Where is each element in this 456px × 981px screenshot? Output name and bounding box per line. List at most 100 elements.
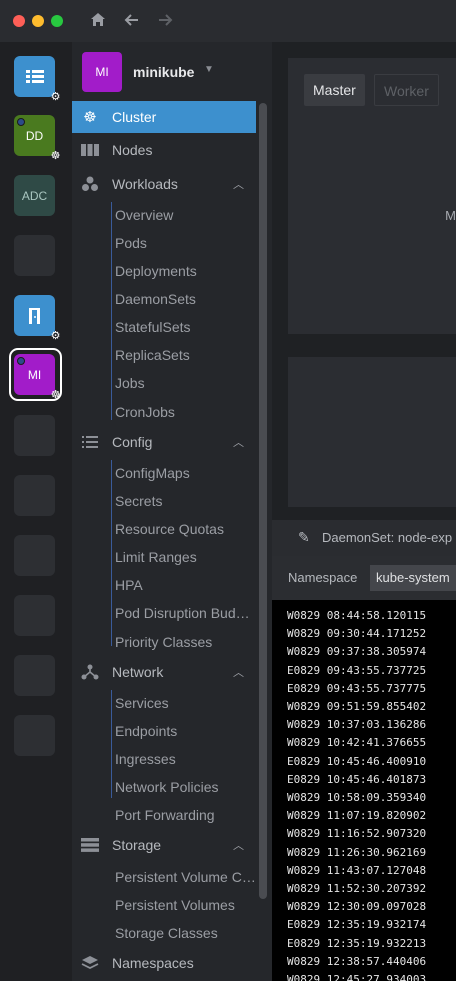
cluster-issues-panel [288,357,456,507]
sidebar-item-secrets[interactable]: Secrets [115,491,162,511]
sidebar-item-configmaps[interactable]: ConfigMaps [115,463,190,483]
sidebar-item-overview[interactable]: Overview [115,205,173,225]
sidebar-item-priority-classes[interactable]: Priority Classes [115,632,212,652]
status-dot [17,357,25,365]
tab-master[interactable]: Master [304,74,365,106]
status-dot [17,118,25,126]
submenu-line [111,202,112,420]
cluster-header[interactable]: MI minikube ▼ [72,42,272,100]
sidebar-item-resource-quotas[interactable]: Resource Quotas [115,519,224,539]
home-icon[interactable] [88,11,108,31]
zoom-window-button[interactable] [51,15,63,27]
chevron-up-icon[interactable]: ︿ [233,176,244,192]
sidebar-item-storage-classes[interactable]: Storage Classes [115,923,218,943]
log-line: W0829 12:30:09.097028 [287,900,427,914]
sidebar-item-hpa[interactable]: HPA [115,575,143,595]
tab-worker[interactable]: Worker [374,74,439,106]
cluster-metrics-panel: Master Worker M [288,58,456,334]
hotbar-empty-slot[interactable] [14,535,55,576]
hotbar-item-dd[interactable]: DD ☸ [14,115,60,162]
network-icon [80,662,100,682]
log-line: W0829 09:30:44.171252 [287,627,427,641]
sidebar-item-pod-disruption-budgets[interactable]: Pod Disruption Bud… [115,603,250,623]
sidebar-scrollbar[interactable] [259,103,267,899]
log-line: W0829 11:52:30.207392 [287,882,427,895]
log-line: E0829 12:35:19.932174 [287,918,427,932]
log-line: E0829 12:35:19.932213 [287,936,427,950]
chevron-up-icon[interactable]: ︿ [233,434,244,450]
sidebar-item-daemonsets[interactable]: DaemonSets [115,289,196,309]
sidebar-item-statefulsets[interactable]: StatefulSets [115,317,191,337]
workloads-icon [80,174,100,194]
sidebar-item-ingresses[interactable]: Ingresses [115,749,176,769]
sidebar-item-workloads[interactable]: Workloads ︿ [72,168,256,200]
sidebar-item-label: Network [112,664,164,680]
sidebar-item-persistent-volumes[interactable]: Persistent Volumes [115,895,235,915]
sidebar-item-label: Storage [112,837,162,853]
sidebar-item-replicasets[interactable]: ReplicaSets [115,345,190,365]
sidebar-item-label: Nodes [112,142,153,158]
sidebar-item-pods[interactable]: Pods [115,233,147,253]
chevron-down-icon: ▼ [204,64,214,75]
sidebar-item-cronjobs[interactable]: CronJobs [115,402,175,422]
hotbar-item-label: MI [27,367,42,382]
sidebar-item-label: Namespaces [112,955,194,971]
sidebar-item-network[interactable]: Network ︿ [72,656,256,688]
hotbar: ⚙ DD ☸ ADC ⚙ MI ☸ [0,42,72,981]
sidebar-item-services[interactable]: Services [115,693,169,713]
cluster-avatar: MI [82,52,122,92]
namespace-select[interactable]: kube-system [370,565,456,591]
hotbar-empty-slot[interactable] [14,415,55,456]
hotbar-item-adc[interactable]: ADC [14,175,55,216]
close-window-button[interactable] [13,15,25,27]
sidebar-item-label: Cluster [112,109,157,125]
log-line: E0829 09:43:55.737725 [287,663,427,677]
log-line: E0829 10:45:46.401873 [287,772,427,786]
helm-icon: ☸ [83,109,97,126]
log-line: W0829 09:51:59.855402 [287,700,427,713]
helm-icon: ☸ [50,150,61,162]
log-line: E0829 09:43:55.737775 [287,681,427,695]
sidebar-item-port-forwarding[interactable]: Port Forwarding [115,805,215,825]
sidebar-item-jobs[interactable]: Jobs [115,373,145,393]
sidebar-item-network-policies[interactable]: Network Policies [115,777,218,797]
log-line: W0829 08:44:58.120115 [287,609,427,622]
submenu-line [111,460,112,646]
panel-text: M [445,208,456,223]
helm-icon: ☸ [50,389,61,401]
sidebar-item-deployments[interactable]: Deployments [115,261,197,281]
main-content: Master Worker M ✎ DaemonSet: node-exp Na… [272,42,456,981]
log-line: W0829 11:16:52.907320 [287,827,427,841]
sidebar-item-endpoints[interactable]: Endpoints [115,721,177,741]
table-icon [25,69,44,83]
log-line: W0829 10:42:41.376655 [287,736,427,750]
log-line: E0829 10:45:46.400910 [287,754,427,768]
sidebar-item-config[interactable]: Config ︿ [72,426,256,458]
dock-tab-bar[interactable]: ✎ DaemonSet: node-exp [272,520,456,556]
sidebar-item-label: Workloads [112,176,178,192]
hotbar-empty-slot[interactable] [14,235,55,276]
log-line: W0829 11:07:19.820902 [287,809,427,823]
hotbar-item-welcome[interactable]: ⚙ [14,295,60,342]
sidebar-item-limit-ranges[interactable]: Limit Ranges [115,547,197,567]
gear-icon: ⚙ [50,91,61,103]
hotbar-item-minikube[interactable]: MI ☸ [14,354,60,401]
hotbar-item-catalog[interactable]: ⚙ [14,56,60,103]
log-line: W0829 11:43:07.127048 [287,863,427,877]
hotbar-empty-slot[interactable] [14,595,55,636]
sidebar-item-storage[interactable]: Storage ︿ [72,829,256,861]
sidebar-item-persistent-volume-claims[interactable]: Persistent Volume C… [115,867,256,887]
hotbar-empty-slot[interactable] [14,475,55,516]
minimize-window-button[interactable] [32,15,44,27]
hotbar-empty-slot[interactable] [14,655,55,696]
chevron-up-icon[interactable]: ︿ [233,664,244,680]
hotbar-empty-slot[interactable] [14,715,55,756]
sidebar-item-label: Config [112,434,153,450]
sidebar-item-cluster[interactable]: ☸ Cluster [72,101,256,133]
list-icon [80,432,100,452]
forward-arrow-icon[interactable] [155,11,175,31]
back-arrow-icon[interactable] [122,11,142,31]
sidebar-item-nodes[interactable]: Nodes [72,134,256,166]
chevron-up-icon[interactable]: ︿ [233,837,244,853]
sidebar-item-namespaces[interactable]: Namespaces [72,947,256,979]
